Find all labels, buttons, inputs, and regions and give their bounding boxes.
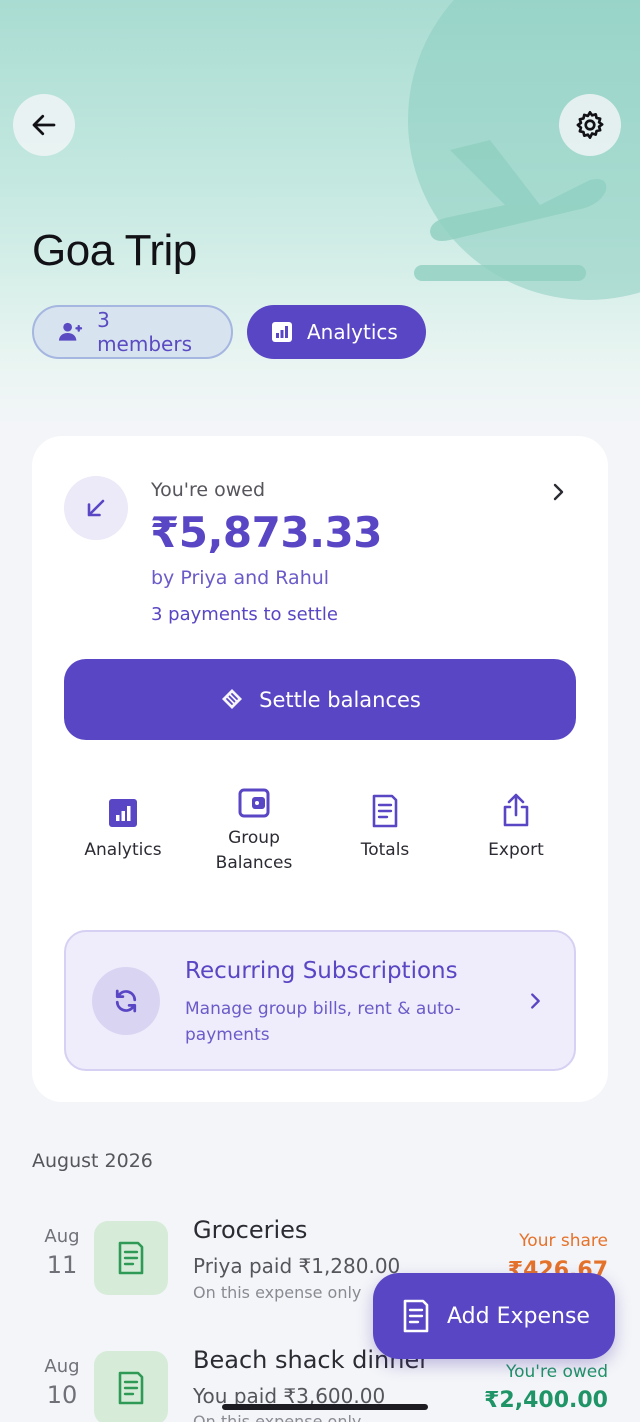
- analytics-chip[interactable]: Analytics: [247, 305, 426, 359]
- add-expense-label: Add Expense: [447, 1303, 590, 1329]
- members-chip[interactable]: 3 members: [32, 305, 233, 359]
- expense-day: 11: [46, 1251, 78, 1279]
- expense-title: Groceries: [193, 1216, 308, 1244]
- recurring-subtitle: Manage group bills, rent & auto-payments: [185, 999, 461, 1045]
- expense-month: Aug: [44, 1356, 80, 1377]
- expense-paid-by: Priya paid ₹1,280.00: [193, 1254, 401, 1278]
- action-totals-label: Totals: [360, 840, 410, 860]
- owed-icon-badge: [64, 476, 128, 540]
- receipt-icon: [403, 1299, 429, 1333]
- page-title: Goa Trip: [32, 226, 197, 275]
- arrow-left-icon: [32, 114, 56, 136]
- share-icon: [503, 793, 529, 827]
- receipt-icon: [118, 1241, 144, 1275]
- bar-chart-icon: [272, 322, 292, 342]
- gear-icon: [576, 111, 604, 139]
- expense-note: On this expense only: [193, 1283, 362, 1302]
- action-group-balances-label: Group Balances: [215, 828, 293, 873]
- expense-share-label: Your share: [519, 1231, 608, 1251]
- members-chip-label: 3 members: [97, 308, 192, 356]
- expense-day: 10: [46, 1381, 78, 1409]
- recurring-subscriptions-card[interactable]: Recurring Subscriptions Manage group bil…: [64, 930, 576, 1071]
- expense-owed-amount: ₹2,400.00: [484, 1388, 608, 1413]
- add-expense-button[interactable]: Add Expense: [373, 1273, 615, 1359]
- expense-owed-label: You're owed: [505, 1362, 608, 1382]
- receipt-icon: [118, 1371, 144, 1405]
- hero-banner: [0, 0, 640, 430]
- settle-balances-label: Settle balances: [259, 687, 421, 712]
- wallet-icon: [238, 788, 270, 818]
- chevron-right-icon: [531, 993, 540, 1009]
- bar-chart-icon: [109, 799, 137, 827]
- handshake-icon: [222, 688, 243, 709]
- action-totals[interactable]: Totals: [325, 788, 445, 863]
- expense-date: Aug 11: [40, 1226, 84, 1279]
- action-analytics-label: Analytics: [84, 840, 162, 860]
- back-button[interactable]: [13, 94, 75, 156]
- receipt-icon: [372, 794, 398, 828]
- payments-to-settle: 3 payments to settle: [151, 604, 338, 625]
- add-user-icon: [58, 322, 83, 341]
- expense-category-badge: [94, 1351, 168, 1422]
- owed-label: You're owed: [151, 479, 266, 501]
- arrow-down-left-icon: [87, 499, 105, 517]
- expense-category-badge: [94, 1221, 168, 1295]
- home-indicator[interactable]: [222, 1404, 428, 1410]
- owed-by-text: by Priya and Rahul: [151, 567, 330, 589]
- balance-card: You're owed ₹5,873.33 by Priya and Rahul…: [32, 436, 608, 1102]
- analytics-chip-label: Analytics: [307, 320, 398, 344]
- chevron-right-icon[interactable]: [546, 480, 570, 504]
- action-group-balances[interactable]: Group Balances: [194, 788, 314, 876]
- recurring-title: Recurring Subscriptions: [185, 958, 458, 984]
- owed-amount: ₹5,873.33: [150, 508, 382, 557]
- expense-month: Aug: [44, 1226, 80, 1247]
- expense-note: On this expense only: [193, 1412, 362, 1422]
- month-heading: August 2026: [32, 1150, 153, 1172]
- settings-button[interactable]: [559, 94, 621, 156]
- action-export[interactable]: Export: [456, 788, 576, 863]
- expense-date: Aug 10: [40, 1356, 84, 1409]
- settle-balances-button[interactable]: Settle balances: [64, 659, 576, 740]
- action-export-label: Export: [488, 840, 544, 860]
- refresh-icon-badge: [92, 967, 160, 1035]
- refresh-icon: [115, 989, 137, 1013]
- action-analytics[interactable]: Analytics: [63, 788, 183, 863]
